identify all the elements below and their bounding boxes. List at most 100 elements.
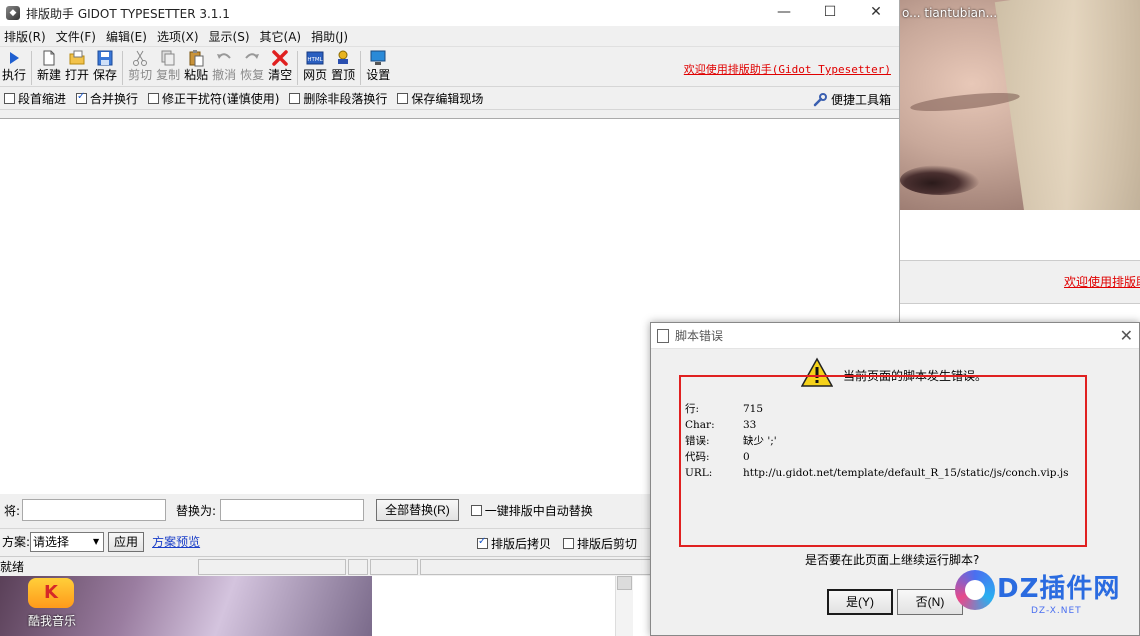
auto-replace-label: 一键排版中自动替换 bbox=[484, 503, 593, 518]
html-icon: HTML bbox=[306, 51, 324, 65]
cut-button[interactable]: 剪切 bbox=[126, 49, 154, 82]
quick-toolbox-label: 便捷工具箱 bbox=[830, 93, 891, 107]
svg-text:HTML: HTML bbox=[308, 57, 324, 63]
status-cell bbox=[347, 558, 368, 575]
cut-after-option[interactable]: 排版后剪切 bbox=[563, 535, 637, 552]
execute-button[interactable]: 执行 bbox=[0, 49, 28, 82]
cut-label: 剪切 bbox=[128, 68, 153, 82]
merge-lines-checkbox[interactable] bbox=[76, 91, 88, 104]
maximize-button[interactable]: ☐ bbox=[807, 0, 853, 26]
detail-key: 行: bbox=[685, 403, 700, 415]
copy-after-option[interactable]: 排版后拷贝 bbox=[477, 535, 551, 552]
menu-file[interactable]: 文件(F) bbox=[52, 28, 102, 45]
replace-input[interactable] bbox=[220, 499, 365, 521]
clear-label: 清空 bbox=[268, 68, 293, 82]
menu-edit[interactable]: 编辑(E) bbox=[102, 28, 153, 45]
scissors-icon bbox=[133, 50, 148, 66]
title-bar[interactable]: ◆ 排版助手 GIDOT TYPESETTER 3.1.1 — ☐ ✕ bbox=[0, 0, 899, 26]
toolbar-separator bbox=[122, 51, 124, 85]
find-label: 将: bbox=[4, 503, 21, 518]
detail-key: 错误: bbox=[685, 435, 710, 447]
background-welcome-link[interactable]: 欢迎使用排版助 bbox=[1064, 273, 1140, 290]
desktop-wallpaper: K 酷我音乐 bbox=[0, 576, 372, 636]
window-title: 排版助手 GIDOT TYPESETTER 3.1.1 bbox=[26, 6, 230, 21]
status-cell bbox=[369, 558, 418, 575]
monitor-icon bbox=[370, 50, 386, 65]
auto-replace-option[interactable]: 一键排版中自动替换 bbox=[470, 502, 593, 519]
background-window-strip: 欢迎使用排版助 bbox=[900, 260, 1140, 304]
background-photo bbox=[900, 0, 1140, 210]
remove-breaks-label: 删除非段落换行 bbox=[303, 91, 388, 106]
menu-other[interactable]: 其它(A) bbox=[256, 28, 308, 45]
cut-after-label: 排版后剪切 bbox=[577, 537, 638, 551]
kuwo-music-label[interactable]: 酷我音乐 bbox=[28, 612, 76, 629]
menu-display[interactable]: 显示(S) bbox=[205, 28, 256, 45]
detail-row-code: 代码: 0 bbox=[685, 449, 1079, 465]
replace-all-button[interactable]: 全部替换(R) bbox=[376, 499, 459, 521]
auto-replace-checkbox[interactable] bbox=[470, 504, 482, 516]
menu-options[interactable]: 选项(X) bbox=[153, 28, 205, 45]
minimize-button[interactable]: — bbox=[761, 0, 807, 26]
indent-label: 段首缩进 bbox=[18, 91, 67, 106]
detail-row-url: URL: http://u.gidot.net/template/default_… bbox=[685, 465, 1079, 481]
remove-breaks-checkbox[interactable] bbox=[289, 92, 301, 104]
option-save-state[interactable]: 保存编辑现场 bbox=[397, 90, 483, 107]
apply-button[interactable]: 应用 bbox=[108, 531, 145, 552]
welcome-link[interactable]: 欢迎使用排版助手(Gidot Typesetter) bbox=[684, 61, 891, 77]
photo-hair bbox=[994, 0, 1140, 210]
dialog-title-bar[interactable]: 脚本错误 ✕ bbox=[651, 323, 1139, 349]
new-button[interactable]: 新建 bbox=[35, 49, 63, 82]
paste-label: 粘贴 bbox=[184, 68, 209, 82]
detail-value: http://u.gidot.net/template/default_R_15… bbox=[743, 467, 1069, 479]
webpage-button[interactable]: HTML 网页 bbox=[301, 49, 329, 82]
fix-interference-checkbox[interactable] bbox=[148, 92, 160, 104]
scheme-label: 方案: bbox=[2, 535, 31, 549]
option-fix-interference[interactable]: 修正干扰符(谨慎使用) bbox=[148, 90, 279, 107]
copy-button[interactable]: 复制 bbox=[154, 49, 182, 82]
menu-typeset[interactable]: 排版(R) bbox=[0, 28, 52, 45]
redo-button[interactable]: 恢复 bbox=[238, 49, 266, 82]
undo-button[interactable]: 撤消 bbox=[210, 49, 238, 82]
menu-donate[interactable]: 捐助(J) bbox=[307, 28, 354, 45]
top-button[interactable]: 置顶 bbox=[329, 49, 357, 82]
watermark: DZ插件网 DZ-X.NET bbox=[955, 562, 1135, 626]
option-remove-breaks[interactable]: 删除非段落换行 bbox=[289, 90, 387, 107]
option-merge-lines[interactable]: 合并换行 bbox=[76, 90, 138, 107]
merge-lines-label: 合并换行 bbox=[90, 91, 139, 106]
fix-interference-label: 修正干扰符(谨慎使用) bbox=[162, 91, 280, 106]
new-document-icon bbox=[43, 50, 55, 66]
paste-button[interactable]: 粘贴 bbox=[182, 49, 210, 82]
yes-button[interactable]: 是(Y) bbox=[827, 589, 893, 615]
quick-toolbox-button[interactable]: 便捷工具箱 bbox=[813, 91, 891, 108]
dialog-question: 是否要在此页面上继续运行脚本? bbox=[805, 553, 980, 567]
copy-after-label: 排版后拷贝 bbox=[491, 537, 552, 551]
save-state-checkbox[interactable] bbox=[397, 92, 409, 104]
detail-key: 代码: bbox=[685, 451, 710, 463]
save-state-label: 保存编辑现场 bbox=[411, 91, 484, 106]
cut-after-checkbox[interactable] bbox=[563, 538, 574, 549]
option-indent[interactable]: 段首缩进 bbox=[4, 90, 66, 107]
scheme-preview-link[interactable]: 方案预览 bbox=[152, 533, 200, 550]
indent-checkbox[interactable] bbox=[4, 92, 15, 104]
dialog-close-button[interactable]: ✕ bbox=[1120, 326, 1133, 345]
open-button[interactable]: 打开 bbox=[63, 49, 91, 82]
kuwo-music-icon[interactable]: K bbox=[28, 578, 74, 608]
close-button[interactable]: ✕ bbox=[853, 0, 899, 26]
detail-value: 715 bbox=[743, 403, 764, 415]
settings-button[interactable]: 设置 bbox=[364, 49, 392, 82]
scheme-selected-value: 请选择 bbox=[33, 535, 70, 549]
scrollbar-thumb[interactable] bbox=[617, 576, 632, 590]
detail-row-line: 行: 715 bbox=[685, 401, 1079, 417]
toolbar-separator bbox=[360, 51, 362, 85]
scheme-select[interactable]: 请选择 ▼ bbox=[30, 531, 105, 552]
save-button[interactable]: 保存 bbox=[91, 49, 119, 82]
scrollbar[interactable] bbox=[615, 576, 633, 636]
watermark-text: DZ插件网 bbox=[997, 574, 1121, 604]
replace-label: 替换为: bbox=[176, 503, 217, 518]
copy-after-checkbox[interactable] bbox=[477, 536, 488, 549]
settings-label: 设置 bbox=[366, 68, 391, 82]
clear-button[interactable]: 清空 bbox=[266, 49, 294, 82]
no-button[interactable]: 否(N) bbox=[897, 589, 963, 615]
save-label: 保存 bbox=[93, 68, 118, 82]
find-input[interactable] bbox=[22, 499, 167, 521]
